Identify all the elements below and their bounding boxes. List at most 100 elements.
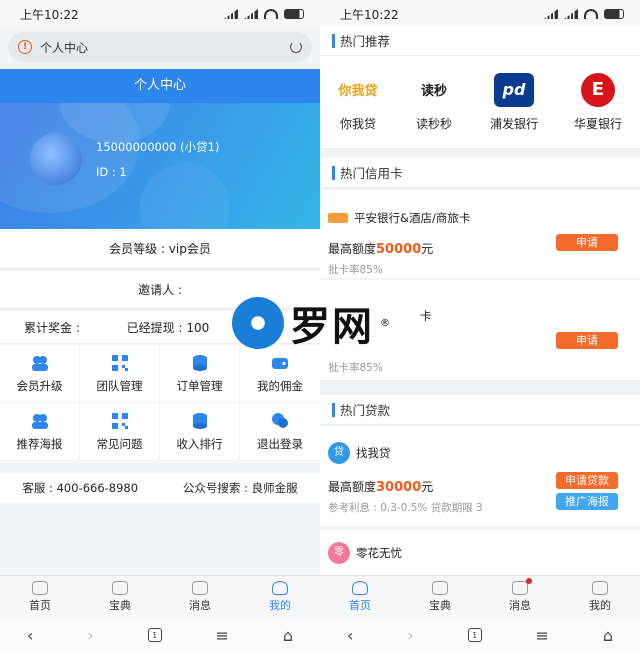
service-row: 客服 : 400-666-8980 公众号搜索 : 良师金服	[0, 473, 320, 503]
section-hot-loans: 热门贷款	[320, 395, 640, 425]
tab-home[interactable]: 首页	[0, 576, 80, 618]
forward-icon[interactable]: ›	[407, 626, 413, 645]
signal-icon-2	[564, 9, 578, 19]
limit-amount: 50000	[376, 242, 422, 257]
tabs-icon[interactable]: 1	[147, 628, 162, 642]
loan-icon: 零	[328, 542, 350, 564]
grid-label: 推荐海报	[16, 436, 63, 451]
grid-item-team[interactable]: 团队管理	[80, 345, 160, 403]
grid-item-faq[interactable]: 常见问题	[80, 403, 160, 461]
loan-item[interactable]: 贷 找我贷 最高额度30000元 参考利息 : 0.3-0.5% 贷款期限 3 …	[320, 426, 640, 526]
spdb-logo: pd	[493, 72, 534, 107]
tab-label: 我的	[589, 599, 611, 612]
rec-item-niwodai[interactable]: 你我贷 你我贷	[338, 73, 378, 132]
coins-icon	[192, 354, 207, 371]
users-icon	[31, 413, 48, 429]
grid-item-logout[interactable]: 退出登录	[240, 403, 320, 461]
refresh-icon[interactable]	[290, 41, 302, 53]
hot-recommend-list: 你我贷 你我贷 读秒 读秒秒 pd 浦发银行 E 华夏银行	[320, 56, 640, 148]
card-title: 平安银行&酒店/商旅卡	[328, 210, 470, 226]
rec-item-dumiao[interactable]: 读秒 读秒秒	[414, 73, 454, 132]
chat-icon	[272, 412, 288, 428]
menu-icon[interactable]: ≡	[216, 626, 229, 645]
battery-icon	[284, 9, 304, 19]
qrcode-icon	[111, 412, 128, 429]
loan-limit: 最高额度30000元	[328, 478, 433, 495]
tab-mine[interactable]: 我的	[560, 576, 640, 618]
status-icons	[224, 9, 304, 19]
back-icon[interactable]: ‹	[347, 626, 353, 645]
service-phone[interactable]: 客服 : 400-666-8980	[22, 480, 138, 496]
tab-mine[interactable]: 我的	[240, 576, 320, 618]
unread-badge	[526, 578, 532, 584]
status-bar: 上午10:22	[0, 0, 320, 28]
loan-title: 零 零花无忧	[328, 542, 402, 564]
home-nav-icon[interactable]: ⌂	[283, 626, 293, 645]
url-bar-title: 个人中心	[40, 40, 89, 55]
profile-phone: 15000000000 (小贷1)	[96, 140, 220, 154]
grid-item-commission[interactable]: 我的佣金	[240, 345, 320, 403]
withdrawn: 已经提现 : 100	[126, 320, 210, 335]
tab-label: 首页	[29, 599, 51, 612]
grid-label: 会员升级	[16, 378, 63, 393]
apply-button[interactable]: 申请	[556, 234, 618, 251]
forward-icon[interactable]: ›	[87, 626, 93, 645]
tab-bar: 首页 宝典 消息 我的	[320, 575, 640, 618]
wifi-icon	[264, 9, 278, 19]
tab-messages[interactable]: 消息	[480, 576, 560, 618]
avatar[interactable]	[30, 133, 82, 185]
wifi-icon	[584, 9, 598, 19]
loan-name: 零花无忧	[356, 546, 402, 560]
grid-item-member-upgrade[interactable]: 会员升级	[0, 345, 80, 403]
coins-icon	[192, 412, 207, 429]
system-nav-bar: ‹ › 1 ≡ ⌂	[320, 617, 640, 653]
tab-home[interactable]: 首页	[320, 576, 400, 618]
home-nav-icon[interactable]: ⌂	[603, 626, 613, 645]
url-bar[interactable]: ! 个人中心	[8, 32, 312, 62]
status-bar: 上午10:22	[320, 0, 640, 28]
tab-guide[interactable]: 宝典	[400, 576, 480, 618]
tab-guide[interactable]: 宝典	[80, 576, 160, 618]
loan-item[interactable]: 零 零花无忧	[320, 530, 640, 575]
promote-poster-button[interactable]: 推广海报	[556, 493, 618, 510]
section-hot-recommend: 热门推荐	[320, 26, 640, 56]
grid-label: 订单管理	[176, 378, 223, 393]
apply-loan-button[interactable]: 申请贷款	[556, 472, 618, 489]
apply-button[interactable]: 申请	[556, 332, 618, 349]
tab-label: 首页	[349, 599, 371, 612]
decor-bubble	[140, 163, 230, 229]
loan-title: 贷 找我贷	[328, 442, 391, 464]
watermark: 罗网 ®	[232, 294, 390, 352]
grid-item-orders[interactable]: 订单管理	[160, 345, 240, 403]
tabs-icon[interactable]: 1	[467, 628, 482, 642]
card-rate: 批卡率85%	[328, 362, 383, 374]
battery-icon	[604, 9, 624, 19]
tab-messages[interactable]: 消息	[160, 576, 240, 618]
signal-icon	[224, 9, 238, 19]
message-icon	[192, 581, 208, 595]
user-upgrade-icon	[31, 355, 48, 371]
page-title: 个人中心	[0, 69, 320, 103]
service-wechat: 公众号搜索 : 良师金服	[182, 481, 298, 495]
registered-mark: ®	[380, 317, 390, 329]
tab-label: 消息	[509, 599, 531, 612]
user-icon	[272, 581, 288, 595]
function-grid: 会员升级 团队管理 订单管理 我的佣金 推荐海报 常见问题 收入排行 退出登录	[0, 345, 320, 462]
status-icons	[544, 9, 624, 19]
rec-label: 你我贷	[339, 116, 376, 131]
grid-label: 团队管理	[96, 378, 143, 393]
grid-label: 退出登录	[257, 436, 303, 451]
rec-item-spdb[interactable]: pd 浦发银行	[490, 72, 538, 132]
menu-icon[interactable]: ≡	[536, 626, 549, 645]
tab-bar: 首页 宝典 消息 我的	[0, 575, 320, 618]
rec-item-hxb[interactable]: E 华夏银行	[574, 72, 622, 132]
card-name: 卡	[420, 309, 432, 323]
grid-item-income-rank[interactable]: 收入排行	[160, 403, 240, 461]
loan-name: 找我贷	[356, 446, 391, 460]
credit-card-item[interactable]: 平安银行&酒店/商旅卡 最高额度50000元 批卡率85% 申请	[320, 190, 640, 278]
grid-item-poster[interactable]: 推荐海报	[0, 403, 80, 461]
back-icon[interactable]: ‹	[27, 626, 33, 645]
total-bonus: 累计奖金 :	[24, 320, 80, 335]
grid-label: 收入排行	[176, 436, 223, 451]
screenshot-root: 上午10:22 ! 个人中心 个人中心 15000000000 (小贷1) ID…	[0, 0, 640, 653]
